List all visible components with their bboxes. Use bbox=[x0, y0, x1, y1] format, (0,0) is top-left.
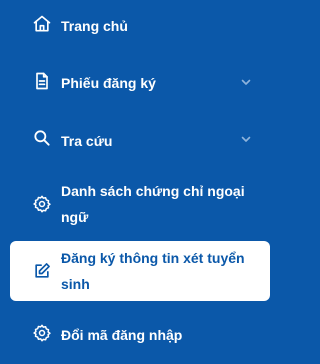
search-icon bbox=[32, 128, 52, 148]
sidebar-item-label: Tra cứu bbox=[61, 133, 113, 149]
sidebar-item-admission-registration[interactable]: Đăng ký thông tin xét tuyển sinh bbox=[10, 241, 270, 301]
sidebar-item-registration-form[interactable]: Phiếu đăng ký bbox=[10, 68, 270, 96]
sidebar: Trang chủ Phiếu đăng ký Tra cứu Danh sác… bbox=[0, 0, 276, 364]
sidebar-item-label: Danh sách chứng chỉ ngoại ngữ bbox=[61, 183, 245, 225]
sidebar-item-label: Phiếu đăng ký bbox=[61, 75, 156, 91]
gear-icon bbox=[32, 323, 52, 343]
sidebar-item-label: Đăng ký thông tin xét tuyển sinh bbox=[61, 250, 245, 292]
chevron-down-icon[interactable] bbox=[240, 133, 252, 145]
sidebar-item-change-password[interactable]: Đổi mã đăng nhập bbox=[10, 320, 270, 350]
sidebar-item-label: Trang chủ bbox=[61, 18, 128, 34]
gear-icon bbox=[32, 194, 52, 214]
chevron-down-icon[interactable] bbox=[240, 76, 252, 88]
home-icon bbox=[32, 14, 52, 34]
document-icon bbox=[32, 71, 52, 91]
sidebar-item-language-certificates[interactable]: Danh sách chứng chỉ ngoại ngữ bbox=[10, 178, 270, 230]
sidebar-item-home[interactable]: Trang chủ bbox=[10, 12, 270, 40]
sidebar-item-lookup[interactable]: Tra cứu bbox=[10, 126, 270, 154]
sidebar-item-label: Đổi mã đăng nhập bbox=[61, 327, 183, 343]
edit-icon bbox=[32, 261, 52, 281]
